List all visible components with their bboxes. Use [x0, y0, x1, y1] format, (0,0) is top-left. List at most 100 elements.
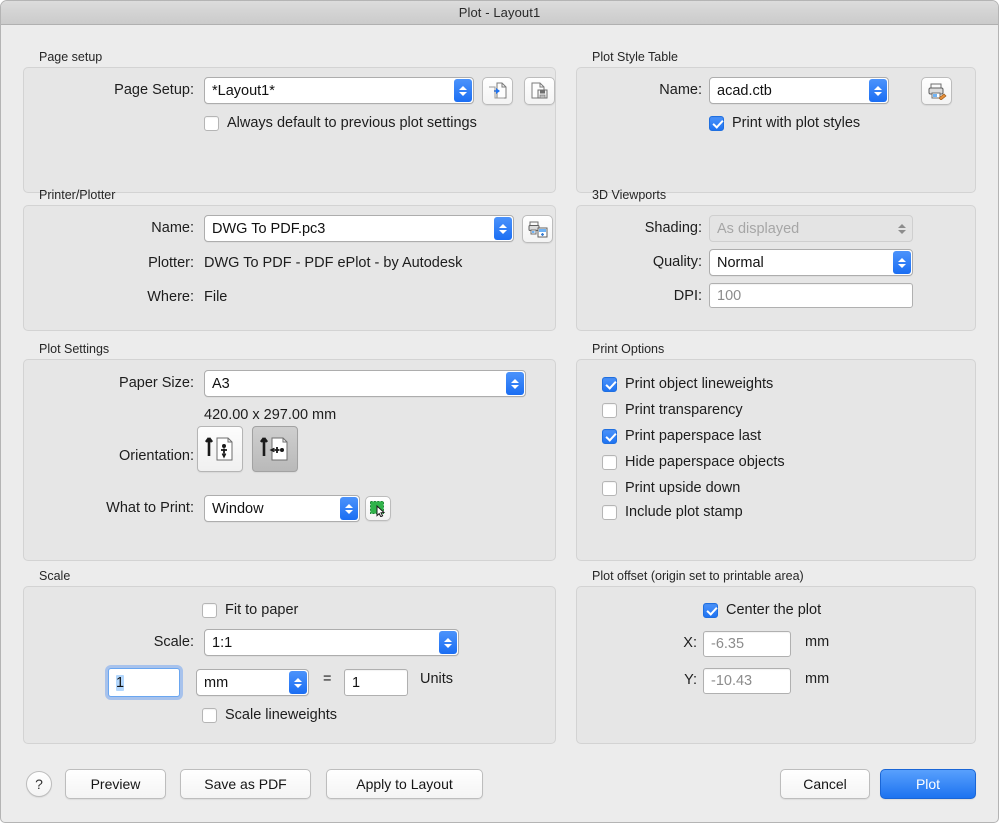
plot-settings-group: Plot Settings Paper Size: A3 420.00 x 29… [23, 342, 556, 561]
scale-denominator-input[interactable]: 1 [344, 669, 408, 696]
printer-name-stepper-icon[interactable] [494, 217, 512, 240]
plot-style-stepper-icon[interactable] [869, 79, 887, 102]
quality-label: Quality: [652, 254, 702, 270]
pick-window-icon [370, 501, 386, 517]
plot-button[interactable]: Plot [880, 769, 976, 799]
plot-style-table-group-body: Name: acad.ctb Print with plot styles [576, 67, 976, 193]
scale-group: Scale Fit to paper Scale: 1:1 1 mm = 1 U… [23, 569, 556, 744]
orientation-portrait-button[interactable] [197, 426, 243, 472]
scale-numerator-value: 1 [116, 674, 125, 691]
save-as-pdf-button[interactable]: Save as PDF [180, 769, 311, 799]
edit-plot-style-button[interactable] [921, 77, 952, 105]
printer-name-combo[interactable]: DWG To PDF.pc3 [204, 215, 514, 242]
include-plot-stamp-checkbox[interactable] [602, 504, 617, 520]
page-setup-combo[interactable]: *Layout1* [204, 77, 474, 104]
orientation-landscape-button[interactable] [252, 426, 298, 472]
print-option-row-2[interactable]: Print paperspace last [602, 428, 761, 444]
print-object-lineweights-checkbox[interactable] [602, 376, 617, 392]
titlebar[interactable]: Plot - Layout1 [1, 1, 998, 25]
apply-to-layout-button[interactable]: Apply to Layout [326, 769, 483, 799]
print-paperspace-last-checkbox[interactable] [602, 428, 617, 444]
dialog-content: Page setup Page Setup: *Layout1* Always … [1, 24, 998, 822]
where-label: Where: [147, 289, 194, 305]
cancel-button[interactable]: Cancel [780, 769, 870, 799]
page-setup-stepper-icon[interactable] [454, 79, 472, 102]
viewports-3d-group-body: Shading: As displayed Quality: Normal DP… [576, 205, 976, 331]
what-to-print-stepper-icon[interactable] [340, 497, 358, 520]
paper-size-combo[interactable]: A3 [204, 370, 526, 397]
import-page-setup-icon [488, 82, 506, 99]
scale-equals-sign: = [323, 671, 332, 687]
page-setup-name-label: Page Setup: [114, 82, 194, 98]
fit-to-paper-label: Fit to paper [225, 602, 299, 618]
pick-window-button[interactable] [365, 496, 391, 521]
landscape-orientation-icon [259, 437, 288, 461]
scale-lineweights-row[interactable]: Scale lineweights [202, 707, 337, 723]
where-value: File [204, 289, 228, 305]
shading-combo: As displayed [709, 215, 913, 242]
center-the-plot-row[interactable]: Center the plot [703, 602, 821, 618]
what-to-print-label: What to Print: [106, 500, 194, 516]
printer-plotter-group-title: Printer/Plotter [39, 188, 116, 202]
preview-button[interactable]: Preview [65, 769, 166, 799]
scale-lineweights-checkbox[interactable] [202, 707, 217, 723]
page-setup-group-body: Page Setup: *Layout1* Always default to … [23, 67, 556, 193]
quality-stepper-icon[interactable] [893, 251, 911, 274]
save-page-setup-button[interactable] [524, 77, 555, 105]
print-option-label-1: Print transparency [625, 402, 743, 418]
window-title: Plot - Layout1 [458, 5, 541, 20]
paper-size-stepper-icon[interactable] [506, 372, 524, 395]
scale-unit-value: mm [204, 674, 229, 691]
center-the-plot-checkbox[interactable] [703, 602, 718, 618]
paper-size-label: Paper Size: [119, 375, 194, 391]
offset-y-unit: mm [805, 671, 830, 687]
print-with-plot-styles-row[interactable]: Print with plot styles [709, 115, 860, 131]
print-options-group-title: Print Options [592, 342, 665, 356]
plot-offset-group: Plot offset (origin set to printable are… [576, 569, 976, 744]
what-to-print-combo[interactable]: Window [204, 495, 360, 522]
print-option-row-1[interactable]: Print transparency [602, 402, 743, 418]
printer-properties-button[interactable] [522, 215, 553, 243]
print-transparency-checkbox[interactable] [602, 402, 617, 418]
orientation-label: Orientation: [119, 448, 194, 464]
scale-unit-stepper-icon[interactable] [289, 671, 307, 694]
offset-y-input[interactable]: -10.43 [703, 668, 791, 694]
import-page-setup-button[interactable] [482, 77, 513, 105]
printer-properties-icon [528, 221, 547, 238]
offset-x-label: X: [683, 635, 697, 651]
scale-combo[interactable]: 1:1 [204, 629, 459, 656]
center-the-plot-label: Center the plot [726, 602, 822, 618]
always-default-checkbox[interactable] [204, 115, 219, 131]
plot-offset-group-title: Plot offset (origin set to printable are… [592, 569, 804, 583]
scale-lineweights-label: Scale lineweights [225, 707, 338, 723]
dialog-button-bar: ? Preview Save as PDF Apply to Layout Ca… [1, 754, 998, 822]
plot-offset-group-body: Center the plot X: -6.35 mm Y: -10.43 mm [576, 586, 976, 744]
scale-unit-combo[interactable]: mm [196, 669, 309, 696]
print-option-row-0[interactable]: Print object lineweights [602, 376, 773, 392]
offset-y-label: Y: [684, 672, 697, 688]
print-option-row-4[interactable]: Print upside down [602, 480, 740, 496]
always-default-label: Always default to previous plot settings [227, 115, 477, 131]
print-option-row-3[interactable]: Hide paperspace objects [602, 454, 785, 470]
quality-combo[interactable]: Normal [709, 249, 913, 276]
always-default-checkbox-row[interactable]: Always default to previous plot settings [204, 115, 477, 131]
hide-paperspace-objects-checkbox[interactable] [602, 454, 617, 470]
dpi-input[interactable]: 100 [709, 283, 913, 308]
help-button[interactable]: ? [26, 771, 52, 797]
quality-value: Normal [717, 254, 764, 271]
shading-stepper-icon [893, 217, 911, 240]
print-option-label-3: Hide paperspace objects [625, 454, 785, 470]
paper-dimensions: 420.00 x 297.00 mm [204, 407, 337, 423]
offset-x-input[interactable]: -6.35 [703, 631, 791, 657]
print-option-row-5[interactable]: Include plot stamp [602, 504, 743, 520]
plot-style-name-combo[interactable]: acad.ctb [709, 77, 889, 104]
fit-to-paper-checkbox[interactable] [202, 602, 217, 618]
fit-to-paper-row[interactable]: Fit to paper [202, 602, 298, 618]
print-with-plot-styles-checkbox[interactable] [709, 115, 724, 131]
scale-stepper-icon[interactable] [439, 631, 457, 654]
print-upside-down-checkbox[interactable] [602, 480, 617, 496]
plot-style-table-group: Plot Style Table Name: acad.ctb Print wi… [576, 50, 976, 193]
dpi-label: DPI: [673, 288, 702, 304]
plotter-label: Plotter: [148, 255, 194, 271]
scale-numerator-input[interactable]: 1 [108, 668, 180, 697]
